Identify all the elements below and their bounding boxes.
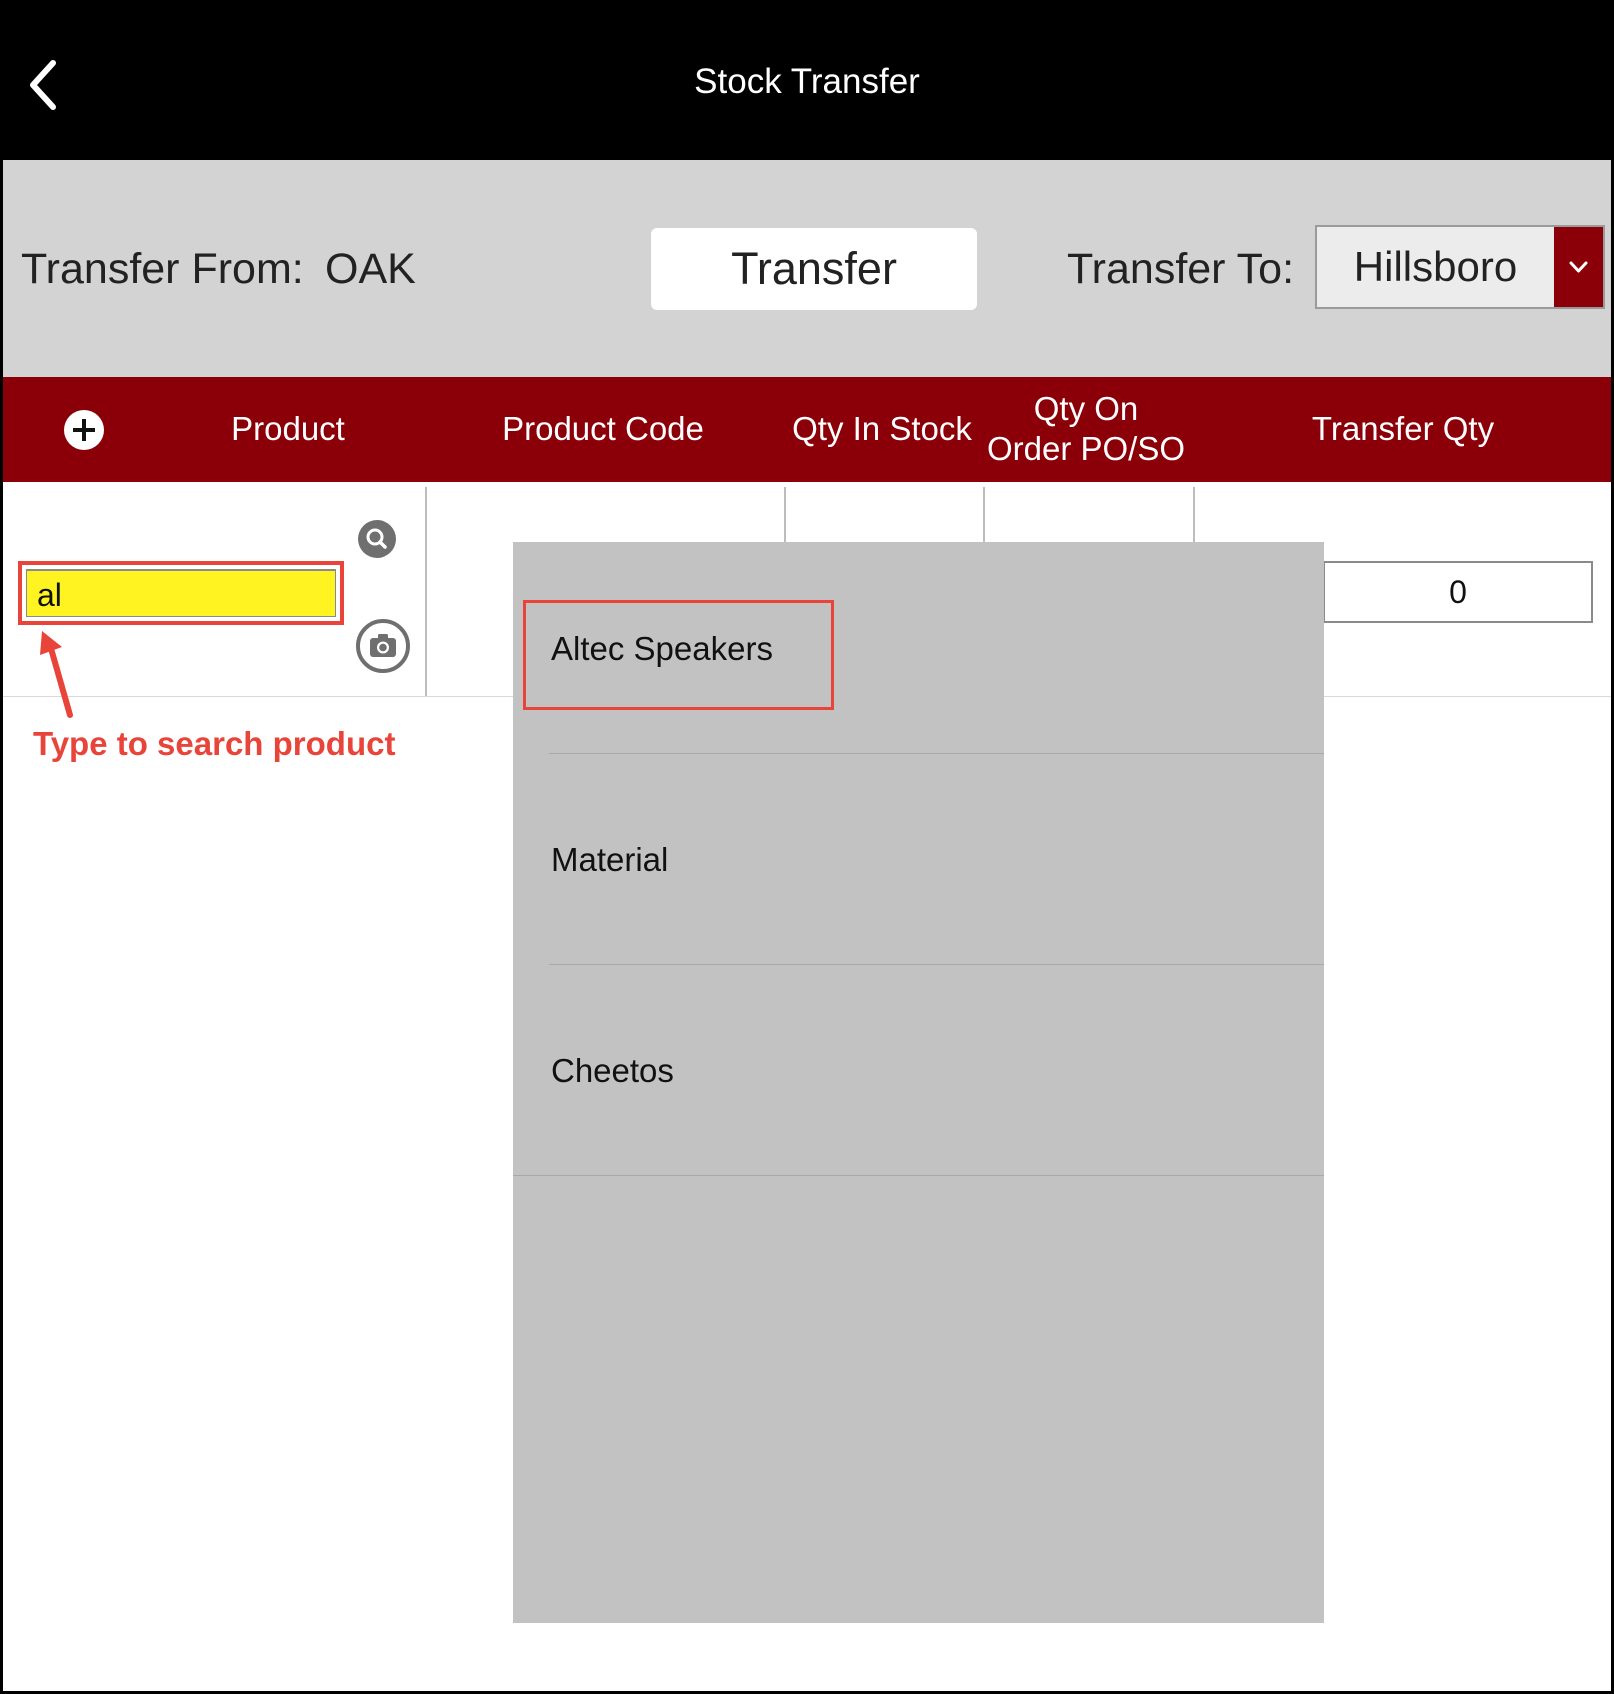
transfer-from-label: Transfer From:: [21, 245, 304, 293]
table-header: Product Product Code Qty In Stock Qty On…: [3, 377, 1611, 482]
search-icon: [366, 528, 387, 549]
nav-bar: Stock Transfer: [3, 0, 1611, 160]
suggestion-item[interactable]: Altec Speakers: [513, 542, 1324, 753]
transfer-from-value: OAK: [325, 245, 416, 293]
transfer-to-value: Hillsboro: [1353, 243, 1518, 290]
page-title: Stock Transfer: [694, 62, 920, 101]
suggestion-label: Altec Speakers: [551, 630, 773, 667]
column-header-product-code: Product Code: [502, 410, 704, 447]
column-divider: [784, 487, 786, 542]
plus-circle-icon: [64, 410, 104, 450]
transfer-bar: Transfer From: OAK Transfer Transfer To:…: [3, 160, 1611, 377]
add-row-button[interactable]: [63, 409, 105, 451]
column-divider: [983, 487, 985, 542]
annotation-arrow-icon: [40, 631, 73, 718]
column-divider: [425, 487, 427, 696]
chevron-down-icon: [1569, 261, 1588, 273]
dropdown-toggle[interactable]: [1554, 227, 1603, 307]
camera-scan-button[interactable]: [356, 619, 410, 673]
suggestion-label: Material: [551, 841, 669, 878]
stock-transfer-screen: Stock Transfer Transfer From: OAK Transf…: [3, 0, 1611, 1691]
column-header-qty-on-order: Qty On Order PO/SO: [986, 390, 1186, 467]
search-button[interactable]: [358, 520, 396, 558]
transfer-qty-input[interactable]: 0: [1323, 561, 1593, 623]
suggestion-item[interactable]: Material: [513, 754, 1324, 965]
column-divider: [1193, 487, 1195, 542]
product-search-highlight: al: [18, 561, 344, 625]
transfer-to-label: Transfer To:: [1067, 245, 1295, 293]
column-header-qty-in-stock: Qty In Stock: [792, 410, 972, 447]
annotation-label: Type to search product: [33, 725, 396, 762]
product-suggestion-dropdown: Altec Speakers Material Cheetos: [513, 542, 1324, 1623]
suggestion-label: Cheetos: [551, 1052, 674, 1089]
product-search-input[interactable]: al: [26, 569, 336, 617]
transfer-to-select[interactable]: Hillsboro: [1315, 225, 1605, 309]
suggestion-divider: [513, 1175, 1324, 1176]
column-header-transfer-qty: Transfer Qty: [1311, 410, 1495, 447]
column-header-product: Product: [231, 410, 345, 447]
suggestion-item[interactable]: Cheetos: [513, 965, 1324, 1176]
transfer-button[interactable]: Transfer: [651, 228, 977, 310]
camera-icon: [370, 634, 396, 657]
